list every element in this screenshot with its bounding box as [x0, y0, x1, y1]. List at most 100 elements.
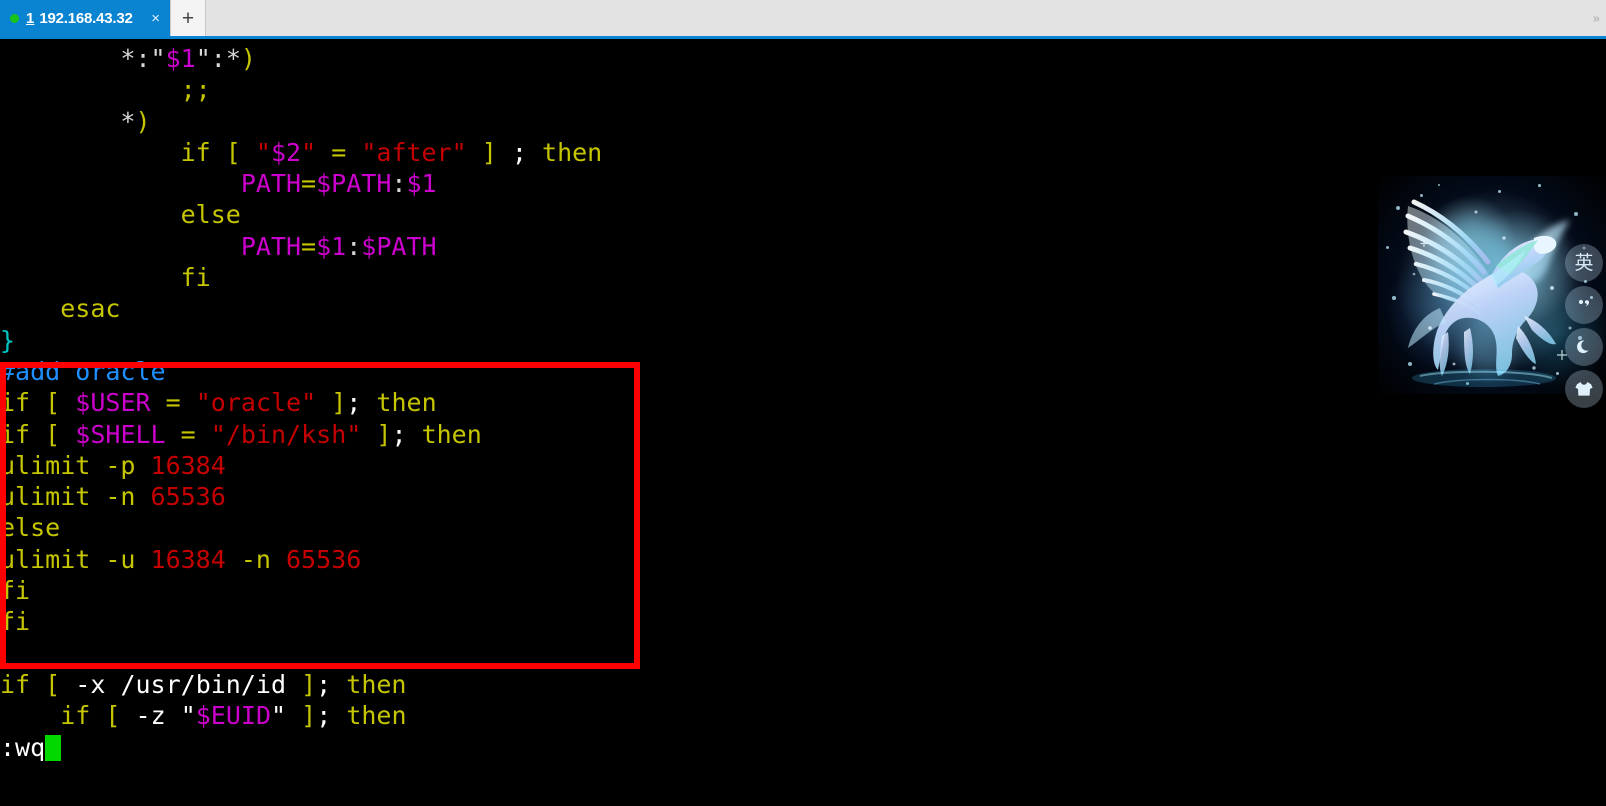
line-else-2: else: [0, 512, 1606, 543]
line-esac: esac: [0, 293, 1606, 324]
vim-command-line[interactable]: :wq: [0, 732, 1606, 763]
tab-session-1[interactable]: 1 192.168.43.32 ×: [0, 0, 170, 36]
terminal-token: #add oracle: [0, 356, 166, 386]
terminal-token: :: [135, 44, 151, 73]
terminal-token: if: [0, 669, 31, 699]
terminal-token: ): [135, 106, 151, 136]
terminal-token: ;: [346, 388, 362, 418]
terminal-token: ulimit -n: [0, 482, 151, 512]
terminal-token: 16384: [150, 544, 226, 574]
terminal-token: ;: [316, 701, 332, 731]
tab-bar: 1 192.168.43.32 × + »: [0, 0, 1606, 36]
ime-button-column: 英: [1562, 244, 1606, 408]
terminal-token: if: [180, 137, 211, 167]
terminal-token: ;;: [180, 75, 211, 105]
tab-title-label: 192.168.43.32: [39, 9, 133, 27]
terminal-token: ": [150, 44, 166, 73]
ime-language-label: 英: [1574, 251, 1594, 274]
terminal-token: $USER: [75, 388, 151, 418]
terminal-token: PATH: [240, 169, 302, 199]
line-fi-2: fi: [0, 575, 1606, 606]
punctuation-icon[interactable]: [1565, 286, 1603, 324]
terminal-token: ": [180, 701, 196, 731]
terminal-token: ]: [301, 701, 317, 731]
line-double-semicolon: ;;: [0, 74, 1606, 105]
line-ulimit-p: ulimit -p 16384: [0, 450, 1606, 481]
line-else-1: else: [0, 199, 1606, 230]
terminal-token: *: [120, 44, 136, 73]
terminal-token: 65536: [150, 482, 226, 512]
terminal-token: else: [0, 513, 61, 543]
line-if-z-euid: if [ -z "$EUID" ]; then: [0, 700, 1606, 731]
line-ulimit-u-n: ulimit -u 16384 -n 65536: [0, 544, 1606, 575]
tshirt-skin-icon[interactable]: [1565, 370, 1603, 408]
terminal-token: ;: [391, 419, 407, 449]
close-icon[interactable]: ×: [137, 11, 164, 26]
line-if-shell-ksh: if [ $SHELL = "/bin/ksh" ]; then: [0, 419, 1606, 450]
connection-status-dot: [10, 13, 19, 23]
new-tab-button[interactable]: +: [170, 0, 206, 36]
terminal-token: ;: [511, 137, 527, 167]
terminal-token: "after": [361, 137, 467, 167]
line-path-before: PATH=$1:$PATH: [0, 231, 1606, 262]
crescent-moon-icon[interactable]: [1565, 328, 1603, 366]
terminal-token: $SHELL: [75, 419, 166, 449]
chevron-right-double-icon[interactable]: »: [1593, 11, 1600, 26]
terminal-token: }: [0, 325, 16, 355]
terminal-token: then: [542, 137, 603, 167]
terminal-token: $PATH: [361, 231, 437, 261]
terminal-token: if: [60, 701, 91, 731]
terminal-token: fi: [0, 607, 31, 637]
terminal-token: *: [225, 44, 241, 73]
terminal-token: $1: [165, 44, 196, 73]
line-case-star-1: *:"$1":*): [0, 43, 1606, 74]
terminal-token: then: [346, 701, 407, 731]
terminal-token: =: [301, 231, 317, 261]
terminal-token: $PATH: [316, 169, 392, 199]
terminal-token: =: [301, 169, 317, 199]
terminal-token: fi: [180, 263, 211, 293]
terminal-text-buffer: *:"$1":*) ;; *) if [ "$2" = "after" ] ; …: [0, 43, 1606, 763]
terminal-token: ulimit -p: [0, 450, 151, 480]
terminal-token: "oracle": [195, 388, 317, 418]
terminal-token: =: [180, 419, 196, 449]
terminal-screen[interactable]: *:"$1":*) ;; *) if [ "$2" = "after" ] ; …: [0, 39, 1606, 806]
terminal-token: else: [180, 200, 241, 230]
line-case-star-2: *): [0, 106, 1606, 137]
ime-floating-panel[interactable]: 英: [1378, 176, 1606, 408]
terminal-token: if: [0, 388, 31, 418]
english-mode-icon[interactable]: 英: [1565, 244, 1603, 282]
terminal-token: =: [165, 388, 181, 418]
terminal-token: -x /usr/bin/id: [75, 669, 287, 699]
terminal-token: :: [210, 44, 226, 73]
terminal-token: ): [240, 44, 256, 73]
moon-glyph: [1576, 340, 1589, 354]
punctuation-glyph: [1578, 299, 1590, 307]
line-ulimit-n: ulimit -n 65536: [0, 481, 1606, 512]
terminal-token: esac: [60, 294, 121, 324]
terminal-token: 65536: [286, 544, 362, 574]
terminal-token: if: [0, 419, 31, 449]
terminal-token: [: [45, 388, 61, 418]
